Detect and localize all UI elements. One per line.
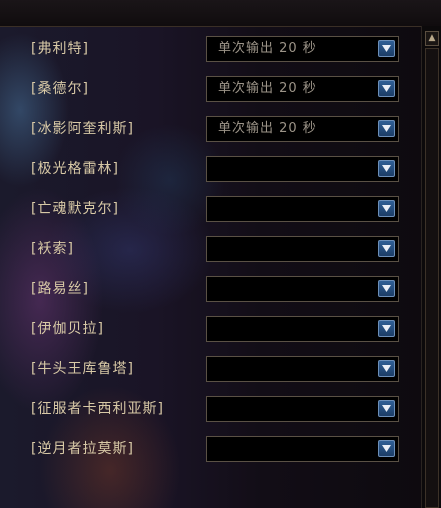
duration-select[interactable]: 单次输出 20 秒 [206, 76, 399, 102]
duration-select[interactable] [206, 356, 399, 382]
setting-row: [逆月者拉莫斯] [0, 436, 420, 462]
select-value: 单次输出 20 秒 [218, 121, 317, 136]
duration-select[interactable] [206, 436, 399, 462]
chevron-down-icon[interactable] [378, 120, 395, 137]
setting-label: [牛头王库鲁塔] [31, 361, 134, 377]
setting-label: [亡魂默克尔] [31, 201, 119, 217]
setting-row: [征服者卡西利亚斯] [0, 396, 420, 422]
setting-label: [袄索] [31, 241, 74, 257]
chevron-down-icon[interactable] [378, 40, 395, 57]
duration-select[interactable] [206, 196, 399, 222]
setting-row: [冰影阿奎利斯] 单次输出 20 秒 [0, 116, 420, 142]
scrollbar[interactable]: ▲ [421, 26, 441, 508]
setting-row: [桑德尔] 单次输出 20 秒 [0, 76, 420, 102]
chevron-down-icon[interactable] [378, 320, 395, 337]
chevron-down-icon[interactable] [378, 440, 395, 457]
setting-label: [路易丝] [31, 281, 89, 297]
chevron-down-icon[interactable] [378, 360, 395, 377]
scrollbar-thumb[interactable] [425, 48, 439, 508]
duration-select[interactable] [206, 236, 399, 262]
duration-select[interactable] [206, 396, 399, 422]
setting-label: [逆月者拉莫斯] [31, 441, 134, 457]
setting-row: [极光格雷林] [0, 156, 420, 182]
setting-label: [极光格雷林] [31, 161, 119, 177]
chevron-down-icon[interactable] [378, 240, 395, 257]
duration-select[interactable] [206, 316, 399, 342]
chevron-down-icon[interactable] [378, 160, 395, 177]
duration-select[interactable]: 单次输出 20 秒 [206, 36, 399, 62]
chevron-down-icon[interactable] [378, 200, 395, 217]
setting-label: [征服者卡西利亚斯] [31, 401, 164, 417]
chevron-down-icon[interactable] [378, 400, 395, 417]
setting-row: [牛头王库鲁塔] [0, 356, 420, 382]
select-value: 单次输出 20 秒 [218, 81, 317, 96]
select-value: 单次输出 20 秒 [218, 41, 317, 56]
top-bar [0, 0, 441, 27]
setting-row: [袄索] [0, 236, 420, 262]
chevron-down-icon[interactable] [378, 280, 395, 297]
setting-row: [路易丝] [0, 276, 420, 302]
chevron-down-icon[interactable] [378, 80, 395, 97]
setting-label: [桑德尔] [31, 81, 89, 97]
setting-label: [伊伽贝拉] [31, 321, 104, 337]
setting-label: [冰影阿奎利斯] [31, 121, 134, 137]
duration-select[interactable]: 单次输出 20 秒 [206, 116, 399, 142]
duration-select[interactable] [206, 156, 399, 182]
scroll-up-button[interactable]: ▲ [425, 31, 439, 46]
setting-row: [亡魂默克尔] [0, 196, 420, 222]
duration-select[interactable] [206, 276, 399, 302]
setting-row: [伊伽贝拉] [0, 316, 420, 342]
setting-label: [弗利特] [31, 41, 89, 57]
setting-row: [弗利特] 单次输出 20 秒 [0, 36, 420, 62]
